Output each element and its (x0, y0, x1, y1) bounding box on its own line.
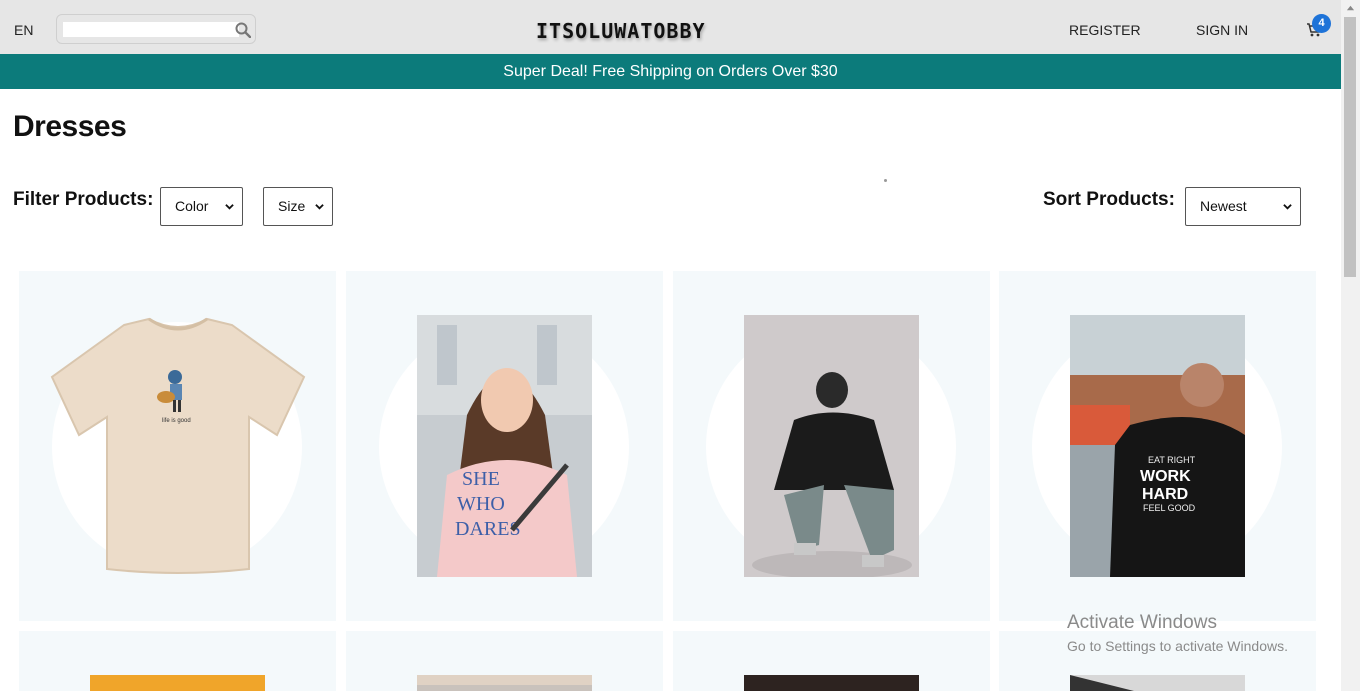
product-card[interactable]: life is good (19, 271, 336, 621)
chevron-down-icon (315, 204, 324, 210)
size-filter-value: Size (278, 198, 306, 214)
search-container (56, 14, 256, 44)
product-photo (1070, 675, 1245, 691)
svg-text:WORK: WORK (1140, 468, 1191, 485)
product-card[interactable]: EAT RIGHT WORK HARD FEEL GOOD (999, 271, 1316, 621)
announcement-bar: Super Deal! Free Shipping on Orders Over… (0, 54, 1341, 89)
page: EN ITSOLUWATOBBY REGISTER SIGN IN 4 Supe… (0, 0, 1341, 691)
activate-windows-title: Activate Windows (1067, 612, 1217, 633)
decorative-dot (884, 179, 887, 182)
chevron-down-icon (1283, 204, 1292, 210)
color-filter-value: Color (175, 198, 209, 214)
svg-text:HARD: HARD (1142, 486, 1188, 503)
svg-text:FEEL GOOD: FEEL GOOD (1143, 503, 1196, 513)
product-photo (417, 675, 592, 691)
svg-text:EAT RIGHT: EAT RIGHT (1148, 455, 1196, 465)
svg-text:WHO: WHO (457, 493, 505, 515)
scroll-up-arrow-icon[interactable] (1346, 4, 1355, 13)
svg-text:life is good: life is good (162, 418, 191, 424)
sign-in-link[interactable]: SIGN IN (1196, 22, 1248, 38)
color-filter-select[interactable]: Color (160, 187, 243, 226)
product-card[interactable] (346, 631, 663, 691)
product-card[interactable] (673, 271, 990, 621)
scrollbar-thumb[interactable] (1344, 17, 1356, 277)
svg-text:SHE: SHE (462, 468, 500, 490)
product-card[interactable]: SHE WHO DARES (346, 271, 663, 621)
search-input[interactable] (63, 22, 239, 37)
tshirt-image: life is good (50, 317, 306, 574)
svg-text:DARES: DARES (455, 518, 521, 540)
product-photo: SHE WHO DARES (417, 315, 592, 577)
filter-label: Filter Products: (13, 189, 154, 210)
brand-logo[interactable]: ITSOLUWATOBBY (536, 19, 706, 43)
size-filter-select[interactable]: Size (263, 187, 333, 226)
cart-count-badge: 4 (1312, 14, 1331, 33)
product-card[interactable] (19, 631, 336, 691)
product-card[interactable] (673, 631, 990, 691)
activate-windows-subtitle: Go to Settings to activate Windows. (1067, 638, 1288, 654)
chevron-down-icon (225, 204, 234, 210)
product-photo: EAT RIGHT WORK HARD FEEL GOOD (1070, 315, 1245, 577)
product-photo (744, 675, 919, 691)
language-selector[interactable]: EN (14, 22, 33, 38)
navbar: EN ITSOLUWATOBBY REGISTER SIGN IN 4 (0, 0, 1341, 54)
vertical-scrollbar[interactable] (1341, 0, 1360, 691)
sort-select[interactable]: Newest (1185, 187, 1301, 226)
product-photo (90, 675, 265, 691)
search-icon[interactable] (235, 22, 251, 38)
sort-value: Newest (1200, 198, 1247, 214)
page-title: Dresses (13, 110, 127, 143)
register-link[interactable]: REGISTER (1069, 22, 1141, 38)
sort-label: Sort Products: (1043, 189, 1175, 210)
product-photo (744, 315, 919, 577)
